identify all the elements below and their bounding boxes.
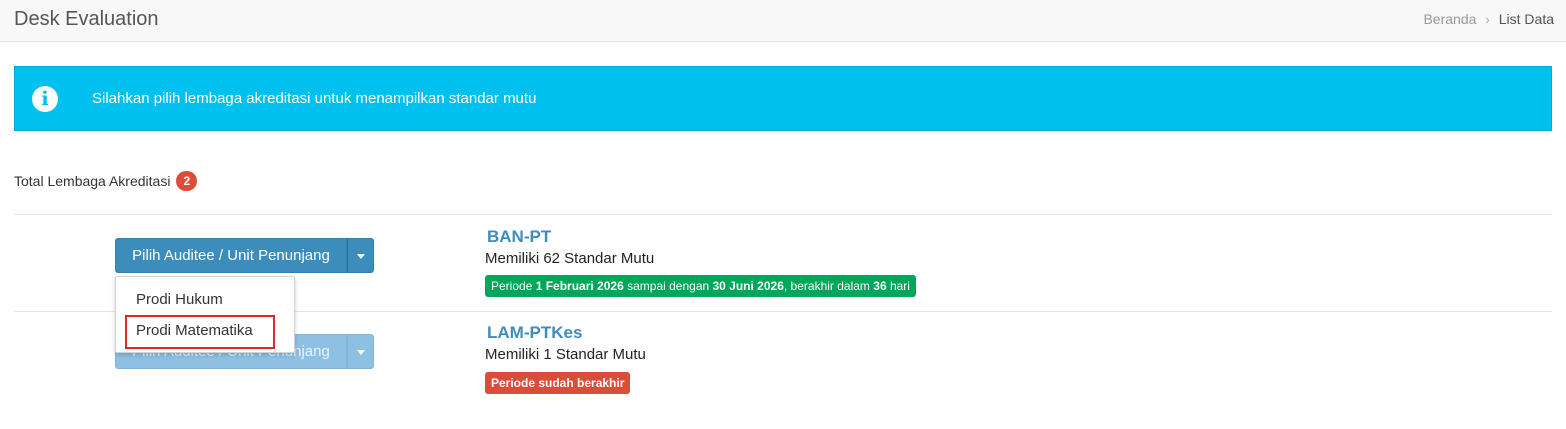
auditee-select-button-ban-pt[interactable]: Pilih Auditee / Unit Penunjang: [115, 238, 374, 273]
page-header: Desk Evaluation Beranda › List Data: [0, 0, 1566, 42]
standar-count: Memiliki 62 Standar Mutu: [485, 250, 655, 267]
period-badge-expired: Periode sudah berakhir: [485, 372, 631, 394]
caret-down-icon: [357, 350, 365, 355]
breadcrumb-current: List Data: [1498, 11, 1554, 27]
standar-count: Memiliki 1 Standar Mutu: [485, 346, 646, 363]
alert-message: Silahkan pilih lembaga akreditasi untuk …: [92, 90, 537, 107]
divider: [14, 214, 1552, 215]
highlight-box: [125, 315, 275, 349]
dropdown-item-prodi-hukum[interactable]: Prodi Hukum: [136, 291, 223, 308]
pilih-auditee-button[interactable]: Pilih Auditee / Unit Penunjang: [115, 238, 347, 273]
lembaga-name-link[interactable]: LAM-PTKes: [487, 323, 582, 343]
breadcrumb: Beranda › List Data: [1423, 11, 1554, 27]
info-alert: i Silahkan pilih lembaga akreditasi untu…: [14, 66, 1552, 131]
chevron-right-icon: ›: [1485, 11, 1490, 27]
count-badge: 2: [176, 171, 198, 191]
caret-down-icon: [357, 254, 365, 259]
breadcrumb-home-link[interactable]: Beranda: [1423, 11, 1476, 27]
period-badge-active: Periode 1 Februari 2026 sampai dengan 30…: [485, 275, 916, 297]
auditee-dropdown-menu: Prodi Hukum Prodi Matematika: [115, 276, 295, 353]
page-title: Desk Evaluation: [14, 8, 159, 30]
dropdown-toggle[interactable]: [347, 238, 374, 273]
total-label: Total Lembaga Akreditasi: [14, 173, 171, 189]
lembaga-name-link[interactable]: BAN-PT: [487, 227, 551, 247]
info-circle-icon: i: [32, 86, 58, 112]
total-lembaga: Total Lembaga Akreditasi 2: [14, 171, 198, 191]
dropdown-toggle[interactable]: [347, 334, 374, 369]
